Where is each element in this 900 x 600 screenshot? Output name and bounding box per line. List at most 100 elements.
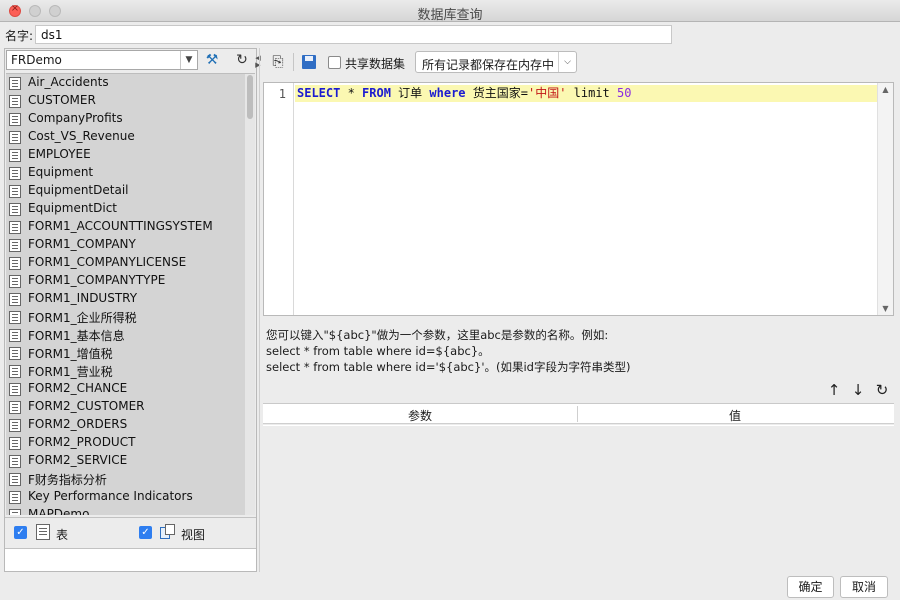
table-list-item[interactable]: CUSTOMER (6, 92, 255, 110)
ok-button[interactable]: 确定 (787, 576, 834, 598)
sql-editor[interactable]: 1 SELECT * FROM 订单 where 货主国家='中国' limit… (263, 82, 894, 316)
sql-token: 货主国家= (465, 86, 528, 100)
table-list-item[interactable]: Cost_VS_Revenue (6, 128, 255, 146)
memory-mode-value: 所有记录都保存在内存中 (422, 58, 555, 72)
table-icon (9, 95, 21, 108)
refresh-icon: ↻ (875, 381, 889, 399)
refresh-tables-button[interactable]: ↻ (231, 50, 253, 70)
table-list-item[interactable]: Equipment (6, 164, 255, 182)
table-list-item[interactable]: Key Performance Indicators (6, 488, 255, 506)
sql-token: 订单 (390, 86, 430, 100)
share-dataset-label: 共享数据集 (345, 57, 406, 71)
refresh-params-button[interactable]: ↻ (873, 381, 891, 399)
save-disk-icon (302, 55, 316, 69)
table-list-item[interactable]: FORM2_SERVICE (6, 452, 255, 470)
connection-select[interactable]: FRDemo ▼ (6, 50, 198, 70)
connection-select-value: FRDemo (11, 53, 62, 67)
table-name: FORM1_COMPANYLICENSE (28, 255, 187, 269)
table-list-item[interactable]: FORM1_INDUSTRY (6, 290, 255, 308)
table-name: FORM2_PRODUCT (28, 435, 136, 449)
dialog-button-bar: 确定 取消 (0, 572, 900, 600)
scroll-down-icon[interactable]: ▼ (878, 304, 893, 313)
hint-line: select * from table where id='${abc}'。(如… (266, 360, 631, 374)
save-button[interactable] (298, 52, 318, 72)
hint-line: select * from table where id=${abc}。 (266, 344, 490, 358)
table-name: EquipmentDetail (28, 183, 129, 197)
window-title: 数据库查询 (417, 8, 483, 23)
hint-line: 您可以键入"${abc}"做为一个参数，这里abc是参数的名称。例如: (266, 328, 609, 342)
editor-scrollbar[interactable]: ▲ ▼ (877, 83, 893, 315)
sql-token: '中国' (527, 86, 567, 100)
table-icon (9, 149, 21, 162)
table-icon (9, 185, 21, 198)
table-list[interactable]: Air_Accidents CUSTOMER CompanyProfits Cost_… (6, 73, 255, 515)
line-number: 1 (278, 87, 286, 101)
table-list-item[interactable]: FORM1_COMPANY (6, 236, 255, 254)
column-header-value[interactable]: 值 (578, 407, 892, 424)
table-icon (9, 329, 21, 342)
table-name: FORM2_SERVICE (28, 453, 128, 467)
move-param-down-button[interactable]: ↓ (849, 381, 867, 399)
refresh-icon: ↻ (236, 52, 248, 68)
table-list-item[interactable]: FORM2_ORDERS (6, 416, 255, 434)
table-list-item[interactable]: EMPLOYEE (6, 146, 255, 164)
table-list-item[interactable]: EquipmentDetail (6, 182, 255, 200)
table-icon (9, 167, 21, 180)
share-dataset-checkbox[interactable] (328, 56, 341, 69)
show-tables-checkbox[interactable]: ✓ (14, 526, 27, 539)
sql-token: limit (566, 86, 618, 100)
sql-token: * (340, 86, 363, 100)
table-icon (9, 419, 21, 432)
sql-token: where (429, 86, 466, 100)
chevron-down-icon: ▼ (180, 51, 197, 69)
name-input[interactable] (35, 25, 672, 44)
table-list-item[interactable]: FORM2_CHANCE (6, 380, 255, 398)
scrollbar-thumb[interactable] (247, 75, 253, 119)
table-list-item[interactable]: MAPDemo (6, 506, 255, 515)
preview-button[interactable]: ⎘ (268, 52, 288, 72)
move-param-up-button[interactable]: ↑ (825, 381, 843, 399)
table-list-item[interactable]: F财务指标分析 (6, 470, 255, 488)
table-list-item[interactable]: FORM2_CUSTOMER (6, 398, 255, 416)
memory-mode-select[interactable]: 所有记录都保存在内存中 ⌵ (415, 51, 577, 73)
table-icon (9, 347, 21, 360)
table-icon (9, 365, 21, 378)
table-icon (9, 509, 21, 515)
parameter-table: 参数 值 (263, 403, 894, 573)
table-icon (9, 311, 21, 324)
table-name: FORM1_企业所得税 (28, 311, 137, 325)
name-label: 名字: (5, 29, 34, 43)
parameter-table-body[interactable] (263, 425, 894, 573)
table-name: FORM2_CHANCE (28, 381, 128, 395)
show-views-label: 视图 (181, 528, 206, 542)
table-icon (9, 401, 21, 414)
table-list-item[interactable]: FORM1_基本信息 (6, 326, 255, 344)
view-icon (160, 524, 175, 540)
column-header-param[interactable]: 参数 (263, 407, 577, 424)
table-list-item[interactable]: FORM1_企业所得税 (6, 308, 255, 326)
cancel-button[interactable]: 取消 (840, 576, 888, 598)
scroll-up-icon[interactable]: ▲ (878, 85, 893, 94)
table-list-item[interactable]: FORM1_ACCOUNTTINGSYSTEM (6, 218, 255, 236)
table-search-input[interactable] (5, 548, 256, 571)
arrow-down-icon: ↓ (851, 381, 865, 399)
table-list-item[interactable]: CompanyProfits (6, 110, 255, 128)
table-name: Cost_VS_Revenue (28, 129, 135, 143)
table-list-item[interactable]: EquipmentDict (6, 200, 255, 218)
parameter-hint: 您可以键入"${abc}"做为一个参数，这里abc是参数的名称。例如: sele… (266, 327, 886, 375)
show-views-checkbox[interactable]: ✓ (139, 526, 152, 539)
table-name: Key Performance Indicators (28, 489, 193, 503)
table-list-item[interactable]: FORM1_营业税 (6, 362, 255, 380)
table-icon (9, 473, 21, 486)
table-list-item[interactable]: FORM1_增值税 (6, 344, 255, 362)
table-list-scrollbar[interactable] (245, 74, 255, 515)
table-list-item[interactable]: FORM2_PRODUCT (6, 434, 255, 452)
table-name: FORM1_增值税 (28, 347, 113, 361)
sql-code-line[interactable]: SELECT * FROM 订单 where 货主国家='中国' limit 5… (295, 85, 878, 102)
table-list-item[interactable]: Air_Accidents (6, 74, 255, 92)
table-name: CompanyProfits (28, 111, 123, 125)
table-list-item[interactable]: FORM1_COMPANYLICENSE (6, 254, 255, 272)
sql-token: 50 (617, 86, 632, 100)
table-list-item[interactable]: FORM1_COMPANYTYPE (6, 272, 255, 290)
connection-settings-button[interactable]: ⚒ (201, 50, 223, 70)
